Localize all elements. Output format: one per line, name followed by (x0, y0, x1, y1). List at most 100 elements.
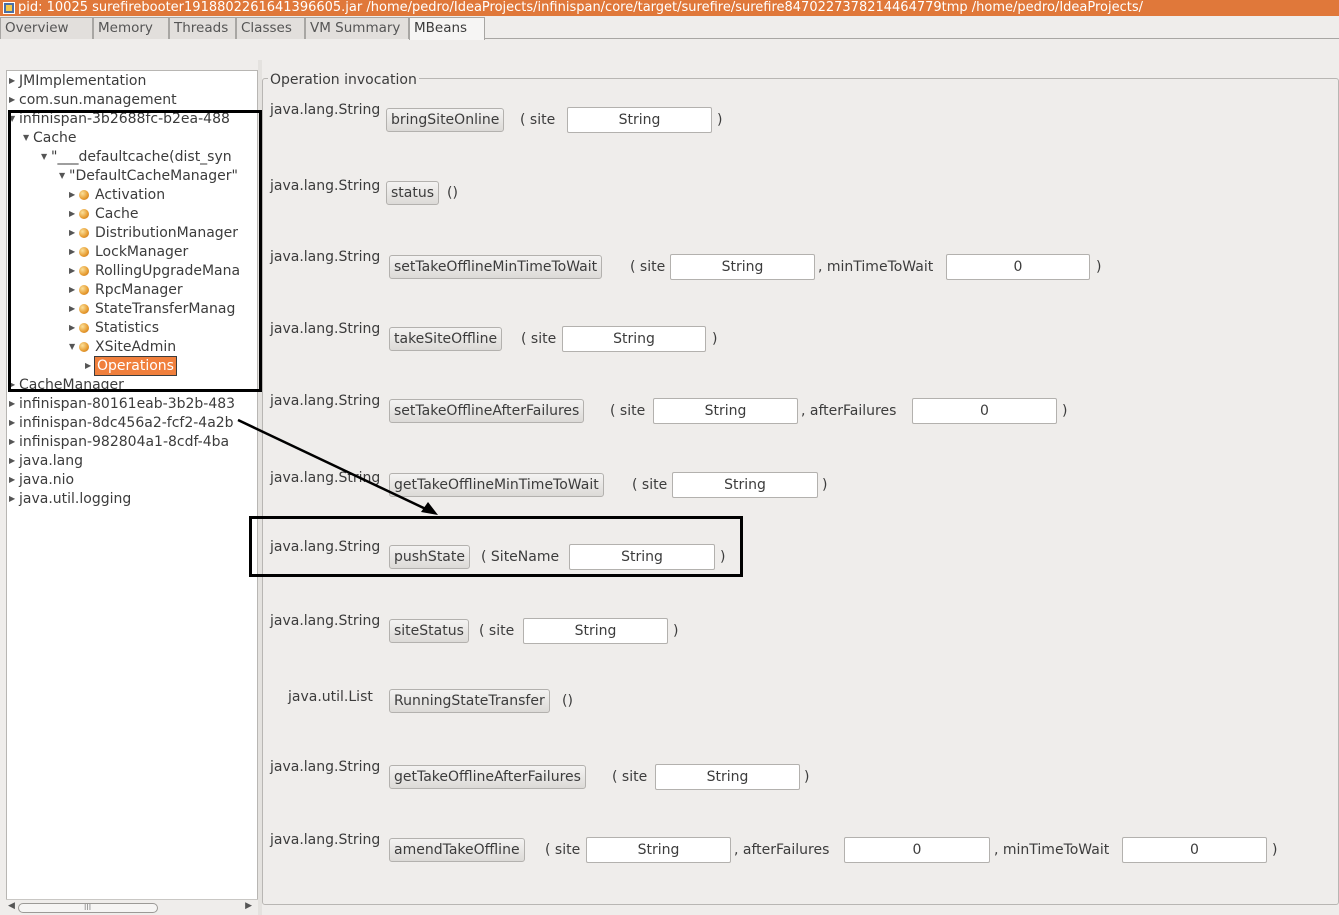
get-take-offline-min-time-to-wait-button[interactable]: getTakeOfflineMinTimeToWait (389, 473, 604, 497)
collapsed-arrow-icon[interactable]: ▶ (85, 357, 95, 375)
tree-node-defaultcachemanager[interactable]: ▼ "DefaultCacheManager" (59, 167, 238, 186)
site-input[interactable] (586, 837, 731, 863)
tree-node-rpcmanager[interactable]: ▶ RpcManager (69, 281, 183, 300)
args-close: ) (1272, 842, 1278, 858)
site-status-button[interactable]: siteStatus (389, 619, 469, 643)
site-name-input[interactable] (569, 544, 715, 570)
window-title-bar[interactable]: pid: 10025 surefirebooter191880226164139… (0, 0, 1339, 16)
collapsed-arrow-icon[interactable]: ▶ (69, 205, 79, 223)
collapsed-arrow-icon[interactable]: ▶ (69, 186, 79, 204)
tree-node-operations[interactable]: Operations (94, 356, 177, 376)
tree-node-infinispan-982804a1[interactable]: ▶ infinispan-982804a1-8cdf-4ba (9, 433, 229, 452)
collapsed-arrow-icon[interactable]: ▶ (69, 300, 79, 318)
site-input[interactable] (653, 398, 798, 424)
tree-node-operations-row[interactable]: ▶ Operations (85, 356, 185, 376)
site-input[interactable] (655, 764, 800, 790)
args-open: ( site (521, 331, 557, 347)
window-title: pid: 10025 surefirebooter191880226164139… (18, 0, 1143, 15)
tree-node-infinispan-8dc456a2[interactable]: ▶ infinispan-8dc456a2-fcf2-4a2b (9, 414, 234, 433)
tree-node-infinispan-80161eab[interactable]: ▶ infinispan-80161eab-3b2b-483 (9, 395, 235, 414)
tab-classes[interactable]: Classes (236, 17, 305, 39)
collapsed-arrow-icon[interactable]: ▶ (9, 433, 19, 451)
bring-site-online-button[interactable]: bringSiteOnline (386, 108, 505, 132)
min-time-to-wait-input[interactable] (1122, 837, 1267, 863)
operations-panel: Operation invocation java.lang.String br… (262, 60, 1339, 915)
tree-horizontal-scrollbar[interactable]: ◀ III ▶ (6, 899, 258, 915)
tree-node-java-lang[interactable]: ▶ java.lang (9, 452, 83, 471)
collapsed-arrow-icon[interactable]: ▶ (9, 376, 19, 394)
tree-node-java-util-logging[interactable]: ▶ java.util.logging (9, 490, 131, 509)
tree-node-cachemanager[interactable]: ▶ CacheManager (9, 376, 124, 395)
args-close: ) (673, 623, 679, 639)
tab-vm-summary[interactable]: VM Summary (305, 17, 409, 39)
take-site-offline-button[interactable]: takeSiteOffline (389, 327, 503, 351)
operation-row: java.lang.String getTakeOfflineAfterFail… (262, 759, 1339, 790)
tree-node-distributionmanager[interactable]: ▶ DistributionManager (69, 224, 238, 243)
arg-label-after-failures: , afterFailures (801, 403, 897, 419)
tree-node-defaultcache[interactable]: ▼ "___defaultcache(dist_syn (41, 148, 232, 167)
status-button[interactable]: status (386, 181, 440, 205)
collapsed-arrow-icon[interactable]: ▶ (9, 91, 19, 109)
args-close: ) (1096, 259, 1102, 275)
args-close: ) (822, 477, 828, 493)
tab-memory[interactable]: Memory (93, 17, 169, 39)
tree-node-lockmanager[interactable]: ▶ LockManager (69, 243, 188, 262)
java-app-icon (3, 2, 15, 14)
collapsed-arrow-icon[interactable]: ▶ (9, 72, 19, 90)
args-close: ) (712, 331, 718, 347)
tab-overview[interactable]: Overview (0, 17, 93, 39)
tree-node-com-sun-management[interactable]: ▶ com.sun.management (9, 91, 177, 110)
running-state-transfer-button[interactable]: RunningStateTransfer (389, 689, 550, 713)
tree-node-cache-bean[interactable]: ▶ Cache (69, 205, 139, 224)
site-input[interactable] (670, 254, 815, 280)
bean-icon (79, 247, 89, 257)
scroll-right-arrow-icon[interactable]: ▶ (245, 901, 252, 911)
site-input[interactable] (523, 618, 668, 644)
tab-mbeans[interactable]: MBeans (409, 17, 485, 40)
collapsed-arrow-icon[interactable]: ▶ (69, 262, 79, 280)
collapsed-arrow-icon[interactable]: ▶ (9, 452, 19, 470)
collapsed-arrow-icon[interactable]: ▶ (9, 395, 19, 413)
expanded-arrow-icon[interactable]: ▼ (9, 110, 19, 128)
expanded-arrow-icon[interactable]: ▼ (69, 338, 79, 356)
return-type: java.lang.String (270, 539, 381, 555)
set-take-offline-after-failures-button[interactable]: setTakeOfflineAfterFailures (389, 399, 585, 423)
tree-node-statistics[interactable]: ▶ Statistics (69, 319, 159, 338)
expanded-arrow-icon[interactable]: ▼ (59, 167, 69, 185)
operation-row: java.lang.String pushState ( SiteName ) (262, 539, 1339, 570)
collapsed-arrow-icon[interactable]: ▶ (69, 243, 79, 261)
arg-label-min-time-to-wait: , minTimeToWait (818, 259, 934, 275)
bean-icon (79, 190, 89, 200)
tree-node-infinispan-3b2688fc[interactable]: ▼ infinispan-3b2688fc-b2ea-488 (9, 110, 230, 129)
arg-label-after-failures: , afterFailures (734, 842, 830, 858)
amend-take-offline-button[interactable]: amendTakeOffline (389, 838, 525, 862)
site-input[interactable] (672, 472, 818, 498)
return-type: java.lang.String (270, 321, 381, 337)
tree-node-xsiteadmin[interactable]: ▼ XSiteAdmin (69, 338, 176, 357)
collapsed-arrow-icon[interactable]: ▶ (9, 414, 19, 432)
tree-node-statetransfermanager[interactable]: ▶ StateTransferManag (69, 300, 235, 319)
tree-node-cache[interactable]: ▼ Cache (23, 129, 77, 148)
collapsed-arrow-icon[interactable]: ▶ (69, 281, 79, 299)
tab-threads[interactable]: Threads (169, 17, 236, 39)
after-failures-input[interactable] (844, 837, 990, 863)
collapsed-arrow-icon[interactable]: ▶ (9, 490, 19, 508)
mbean-tree[interactable]: ▶ JMImplementation ▶ com.sun.management ▼ i… (6, 70, 258, 915)
tree-node-java-nio[interactable]: ▶ java.nio (9, 471, 74, 490)
collapsed-arrow-icon[interactable]: ▶ (69, 224, 79, 242)
tree-node-jmimplementation[interactable]: ▶ JMImplementation (9, 72, 146, 91)
collapsed-arrow-icon[interactable]: ▶ (69, 319, 79, 337)
set-take-offline-min-time-to-wait-button[interactable]: setTakeOfflineMinTimeToWait (389, 255, 603, 279)
scroll-left-arrow-icon[interactable]: ◀ (8, 901, 15, 911)
collapsed-arrow-icon[interactable]: ▶ (9, 471, 19, 489)
site-input[interactable] (567, 107, 712, 133)
expanded-arrow-icon[interactable]: ▼ (41, 148, 51, 166)
tree-node-activation[interactable]: ▶ Activation (69, 186, 165, 205)
site-input[interactable] (562, 326, 706, 352)
tree-node-rollingupgrademanager[interactable]: ▶ RollingUpgradeMana (69, 262, 240, 281)
after-failures-input[interactable] (912, 398, 1057, 424)
expanded-arrow-icon[interactable]: ▼ (23, 129, 33, 147)
min-time-to-wait-input[interactable] (946, 254, 1090, 280)
get-take-offline-after-failures-button[interactable]: getTakeOfflineAfterFailures (389, 765, 586, 789)
push-state-button[interactable]: pushState (389, 545, 470, 569)
